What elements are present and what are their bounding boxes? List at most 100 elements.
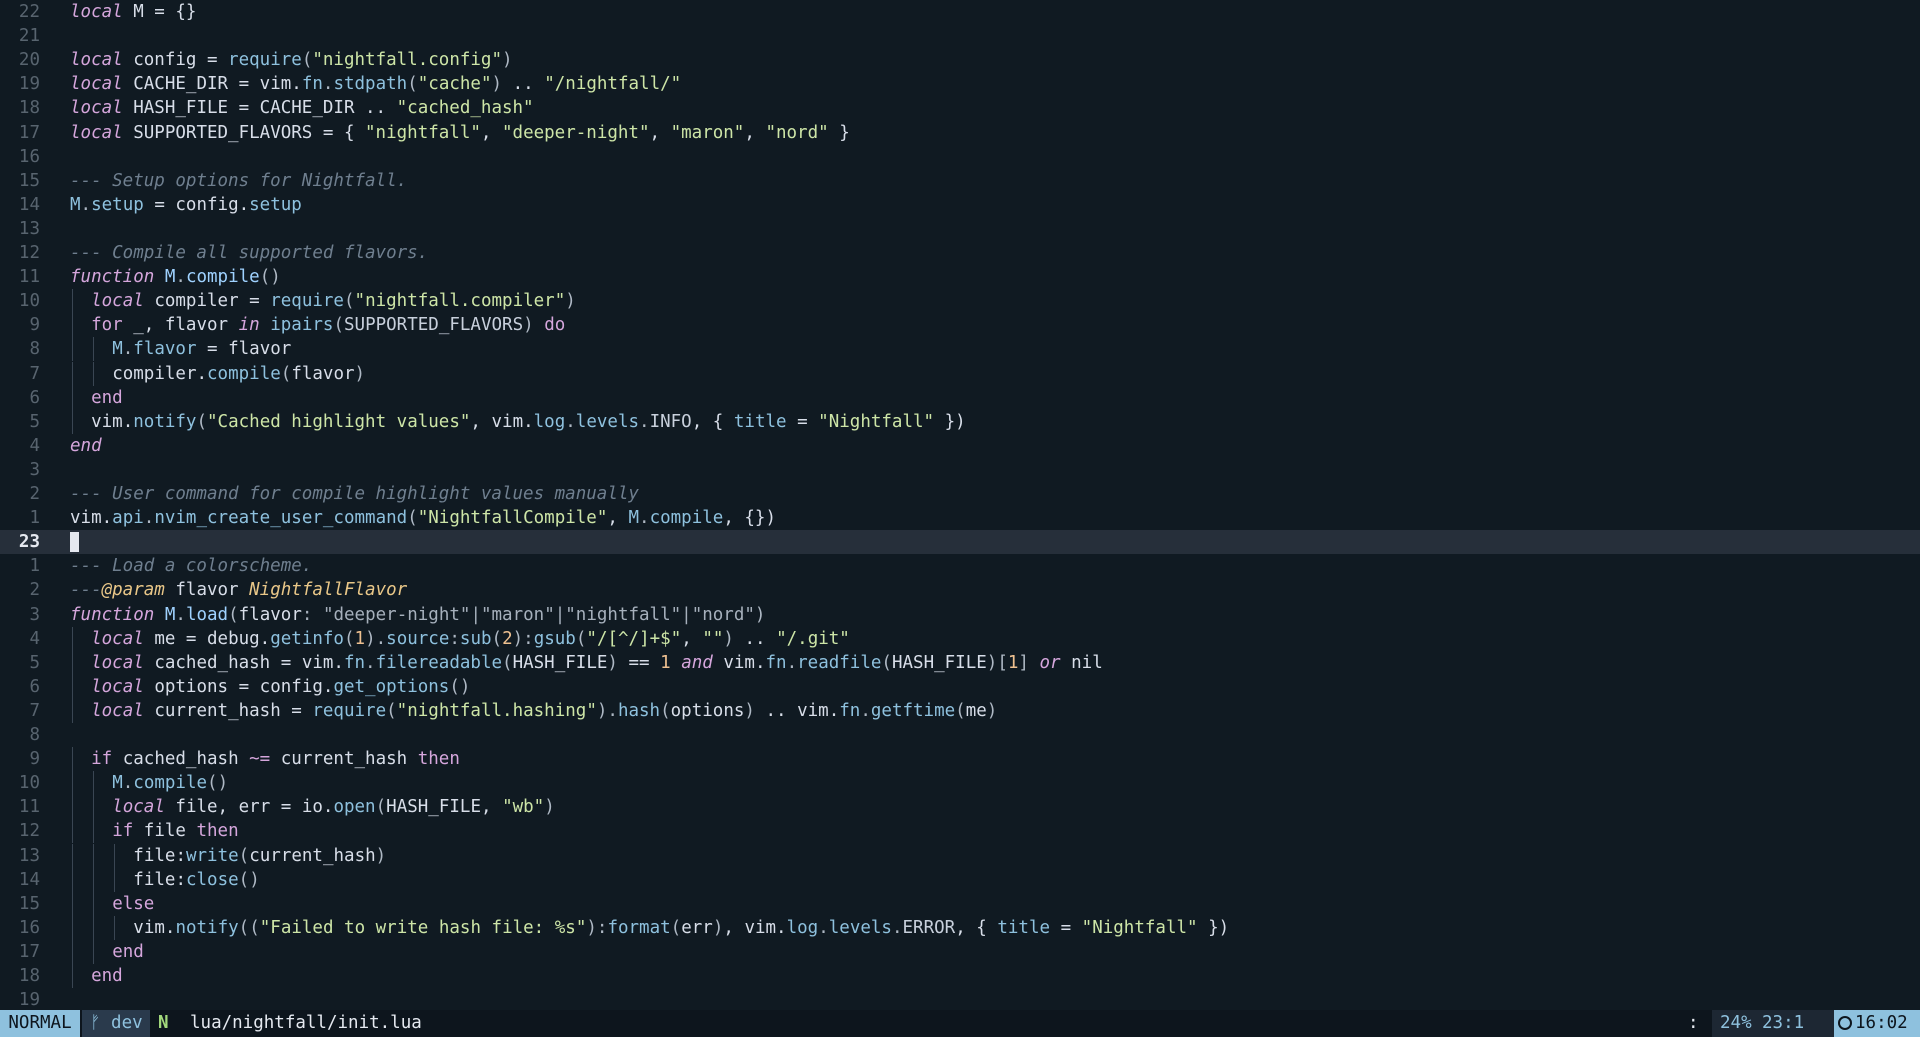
code-token: if bbox=[112, 821, 134, 842]
code-line[interactable]: 19 bbox=[0, 988, 1920, 1010]
code-line[interactable]: 13 bbox=[0, 217, 1920, 241]
code-token: require bbox=[228, 50, 302, 71]
code-token: me bbox=[965, 700, 987, 721]
code-token: M bbox=[112, 773, 123, 794]
code-token: do bbox=[544, 315, 566, 336]
code-token: ) bbox=[712, 917, 724, 938]
code-line[interactable]: 10 local compiler = require("nightfall.co… bbox=[0, 289, 1920, 314]
code-token: file: bbox=[133, 869, 186, 890]
code-token: "nightfall.hashing" bbox=[396, 700, 597, 721]
code-token: ( bbox=[333, 315, 344, 336]
code-token: .. bbox=[733, 628, 777, 649]
code-line[interactable]: 2 --- User command for compile highlight … bbox=[0, 482, 1920, 506]
line-number: 20 bbox=[18, 50, 40, 71]
code-line[interactable]: 15 else bbox=[0, 891, 1920, 916]
statusline: NORMAL ᚠ dev N lua/nightfall/init.lua : … bbox=[0, 1010, 1920, 1037]
code-text: end bbox=[91, 386, 123, 410]
code-line[interactable]: 14 M.setup = config.setup bbox=[0, 193, 1920, 217]
code-text: --- User command for compile highlight v… bbox=[70, 482, 639, 506]
code-token: local bbox=[70, 50, 123, 71]
line-number: 10 bbox=[18, 773, 40, 794]
code-line[interactable]: 11 local file, err = io.open(HASH_FILE, "… bbox=[0, 795, 1920, 820]
code-line[interactable]: 18 local HASH_FILE = CACHE_DIR .. "cached… bbox=[0, 96, 1920, 120]
code-line[interactable]: 3 bbox=[0, 458, 1920, 482]
code-token: ) bbox=[607, 652, 618, 673]
indent-guide bbox=[93, 939, 95, 964]
code-line[interactable]: 5 vim.notify("Cached highlight values", v… bbox=[0, 409, 1920, 434]
code-line[interactable]: 12 if file then bbox=[0, 819, 1920, 844]
code-line[interactable]: 10 M.compile() bbox=[0, 771, 1920, 796]
indent-guide bbox=[72, 674, 73, 699]
line-number: 19 bbox=[18, 74, 40, 95]
code-token: ). bbox=[365, 628, 387, 649]
code-token: M bbox=[164, 267, 176, 288]
code-token: HASH_FILE = CACHE_DIR .. bbox=[122, 98, 397, 119]
code-token: . bbox=[143, 508, 155, 529]
code-token: 1 bbox=[1007, 652, 1019, 673]
code-line[interactable]: 2 ---@param flavor NightfallFlavor bbox=[0, 578, 1920, 602]
code-token: getftime bbox=[870, 700, 956, 721]
line-number: 13 bbox=[18, 845, 40, 866]
code-line[interactable]: 4 local me = debug.getinfo(1).source:sub(… bbox=[0, 626, 1920, 651]
code-text: vim.notify("Cached highlight values", vi… bbox=[91, 410, 966, 434]
code-token: ). bbox=[596, 700, 618, 721]
code-line[interactable]: 8 M.flavor = flavor bbox=[0, 337, 1920, 362]
code-line[interactable]: 7 local current_hash = require("nightfall… bbox=[0, 698, 1920, 723]
code-token: ( bbox=[407, 74, 418, 95]
code-line[interactable]: 17 local SUPPORTED_FLAVORS = { "nightfall… bbox=[0, 121, 1920, 145]
code-token: compile bbox=[207, 363, 281, 384]
code-line[interactable]: 5 local cached_hash = vim.fn.filereadable… bbox=[0, 650, 1920, 675]
code-token: NightfallFlavor bbox=[249, 580, 408, 601]
code-token: ) bbox=[565, 291, 576, 312]
code-token: file bbox=[133, 821, 197, 842]
code-token: fn bbox=[765, 652, 787, 673]
code-line[interactable]: 14 file:close() bbox=[0, 867, 1920, 892]
code-token: = flavor bbox=[196, 339, 292, 360]
line-number: 14 bbox=[18, 869, 40, 890]
code-line[interactable]: 4 end bbox=[0, 434, 1920, 458]
code-token: gsub bbox=[533, 628, 576, 649]
code-token: ) bbox=[354, 363, 366, 384]
code-token: setup bbox=[91, 194, 144, 215]
code-line[interactable]: 6 end bbox=[0, 385, 1920, 410]
code-line[interactable]: 6 local options = config.get_options() bbox=[0, 674, 1920, 699]
code-line[interactable]: 9 if cached_hash ~= current_hash then bbox=[0, 747, 1920, 772]
code-line[interactable]: 9 for _, flavor in ipairs(SUPPORTED_FLAVO… bbox=[0, 313, 1920, 338]
code-line[interactable]: 15 --- Setup options for Nightfall. bbox=[0, 169, 1920, 193]
code-token: @param bbox=[101, 580, 165, 601]
code-line[interactable]: 1 --- Load a colorscheme. bbox=[0, 554, 1920, 578]
code-line[interactable]: 16 vim.notify(("Failed to write hash file… bbox=[0, 915, 1920, 940]
code-line[interactable]: 3 function M.load(flavor: "deeper-night"|… bbox=[0, 603, 1920, 627]
code-line[interactable]: 22 local M = {} bbox=[0, 0, 1920, 24]
code-token: "" bbox=[702, 628, 724, 649]
code-token: . bbox=[322, 74, 334, 95]
code-line[interactable]: 13 file:write(current_hash) bbox=[0, 843, 1920, 868]
code-line[interactable]: 18 end bbox=[0, 964, 1920, 988]
code-line[interactable]: 11 function M.compile() bbox=[0, 265, 1920, 289]
code-line[interactable]: 17 end bbox=[0, 939, 1920, 964]
code-editor[interactable]: 22 local M = {} 21 20 local config = require… bbox=[0, 0, 1920, 1010]
code-line[interactable]: 8 bbox=[0, 723, 1920, 747]
code-line[interactable]: 21 bbox=[0, 24, 1920, 48]
code-line[interactable]: 16 bbox=[0, 145, 1920, 169]
indent-guide bbox=[72, 385, 73, 410]
code-token: setup bbox=[249, 194, 302, 215]
code-line[interactable]: 12 --- Compile all supported flavors. bbox=[0, 241, 1920, 265]
cursor-line[interactable]: 23 bbox=[0, 530, 1920, 555]
indent-guide bbox=[72, 771, 73, 796]
code-token: local bbox=[91, 700, 144, 721]
code-line[interactable]: 19 local CACHE_DIR = vim.fn.stdpath("cach… bbox=[0, 72, 1920, 96]
code-token: ( bbox=[407, 508, 418, 529]
code-token: format bbox=[607, 917, 671, 938]
code-token: vim. bbox=[91, 411, 134, 432]
code-text: vim.notify(("Failed to write hash file: … bbox=[133, 916, 1229, 940]
code-token: , bbox=[649, 122, 671, 143]
code-line[interactable]: 1 vim.api.nvim_create_user_command("Night… bbox=[0, 506, 1920, 530]
code-token: api bbox=[112, 508, 144, 529]
code-text: ---@param flavor NightfallFlavor bbox=[70, 578, 407, 602]
code-line[interactable]: 7 compiler.compile(flavor) bbox=[0, 361, 1920, 386]
code-token: title bbox=[997, 917, 1051, 938]
code-line[interactable]: 20 local config = require("nightfall.conf… bbox=[0, 48, 1920, 72]
line-number: 7 bbox=[29, 700, 40, 721]
